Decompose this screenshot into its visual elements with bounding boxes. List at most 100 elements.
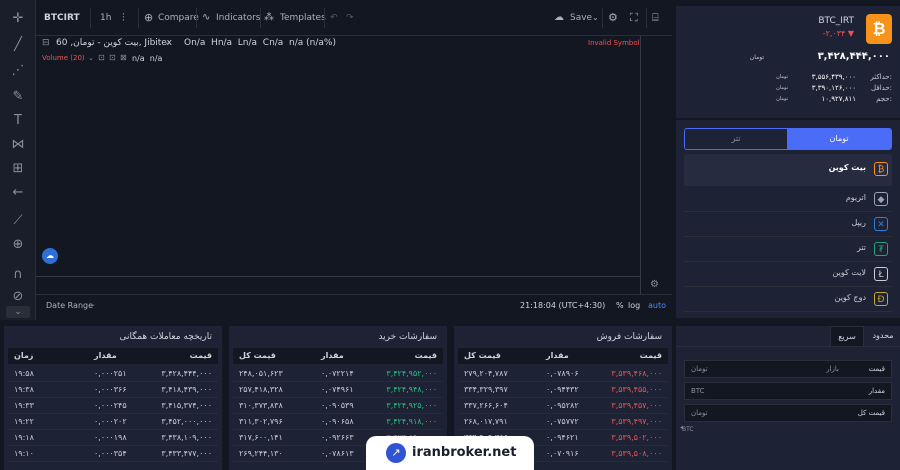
amount-field[interactable]: مقدار BTC	[684, 382, 892, 400]
zoom-icon[interactable]: ⊕	[9, 236, 27, 254]
table-row[interactable]: ۳,۴۱۵,۳۷۴,۰۰۰ ۰,۰۰۰۲۴۵ ۱۹:۳۳	[8, 398, 218, 414]
price-unit: تومان	[749, 54, 764, 61]
tab-limit[interactable]: محدود	[866, 326, 900, 346]
market-item-label: بیت کوین	[828, 163, 866, 172]
pattern-icon[interactable]: ⋈	[9, 136, 27, 154]
table-row[interactable]: ۳,۵۳۹,۴۵۷,۰۰۰ ۰,۰۹۵۲۸۲ ۳۳۷,۲۶۶,۶۰۴	[458, 398, 668, 414]
templates-button[interactable]: Templates	[280, 0, 326, 36]
interval-button[interactable]: 1h	[100, 0, 111, 36]
cell-price: ۳,۵۳۹,۴۵۵,۰۰۰	[611, 385, 662, 394]
table-row[interactable]: ۳,۴۱۸,۴۳۹,۰۰۰ ۰,۰۰۰۳۶۶ ۱۹:۳۸	[8, 382, 218, 398]
crosshair-icon[interactable]: ✛	[9, 10, 27, 28]
chart-logo-icon: ↗	[386, 443, 406, 463]
market-item[interactable]: ◆ اتریوم	[684, 188, 892, 212]
market-item[interactable]: ₿ بیت کوین	[684, 158, 892, 182]
text-icon[interactable]: T	[9, 112, 27, 130]
chevron-down-icon[interactable]: ⌄	[164, 38, 170, 46]
col-amount: مقدار	[321, 351, 344, 360]
tab-tether[interactable]: تتر	[685, 129, 787, 149]
stat-unit: تومان	[776, 96, 788, 102]
tab-toman[interactable]: تومان	[787, 129, 891, 149]
redo-icon[interactable]: ↷	[346, 0, 354, 36]
market-item[interactable]: Ł لایت کوین	[684, 263, 892, 287]
table-row[interactable]: ۳,۴۳۸,۱۰۹,۰۰۰ ۰,۰۰۰۱۹۸ ۱۹:۱۸	[8, 430, 218, 446]
collapse-legend-icon[interactable]: ⊟	[42, 38, 50, 48]
table-row[interactable]: ۳,۴۲۸,۴۴۴,۰۰۰ ۰,۰۰۰۲۵۱ ۱۹:۵۸	[8, 366, 218, 382]
tether-icon: ₮	[874, 242, 888, 256]
percent-toggle[interactable]: %	[616, 301, 624, 310]
date-range-button[interactable]: Date Range	[46, 301, 93, 310]
chevron-down-icon[interactable]: ⌄	[6, 306, 30, 318]
cell-time: ۱۹:۵۸	[14, 369, 34, 378]
cloud-upload-icon[interactable]: ☁	[42, 248, 58, 264]
cell-total: ۲۶۹,۲۴۴,۱۳۰	[239, 449, 283, 458]
projection-icon[interactable]: ⊞	[9, 160, 27, 178]
table-row[interactable]: ۳,۵۳۹,۴۶۸,۰۰۰ ۰,۰۷۸۹۰۶ ۲۷۹,۲۰۴,۷۸۷	[458, 366, 668, 382]
col-price: قیمت	[414, 351, 437, 360]
save-button[interactable]: Save	[570, 0, 592, 36]
cell-price: ۳,۵۳۹,۵۰۸,۰۰۰	[611, 449, 662, 458]
auto-toggle[interactable]: auto	[648, 301, 666, 310]
arrow-left-icon[interactable]: ←	[9, 184, 27, 202]
bitcoin-icon: ₿	[874, 162, 888, 176]
table-row[interactable]: ۳,۴۲۴,۹۴۸,۰۰۰ ۰,۰۷۴۹۶۱ ۲۵۷,۴۱۸,۳۲۸	[233, 382, 443, 398]
table-row[interactable]: ۳,۴۲۴,۹۱۸,۰۰۰ ۰,۰۹۰۶۵۸ ۳۱۱,۳۰۲,۷۹۶	[233, 414, 443, 430]
table-header: قیمت مقدار زمان	[8, 348, 218, 364]
gear-icon[interactable]: ⚙	[608, 0, 618, 36]
market-item[interactable]: ₮ تتر	[684, 238, 892, 262]
table-row[interactable]: ۳,۵۳۹,۴۵۵,۰۰۰ ۰,۰۹۴۴۳۲ ۳۳۴,۳۲۹,۳۹۷	[458, 382, 668, 398]
col-total: قیمت کل	[464, 351, 501, 360]
col-amount: مقدار	[546, 351, 569, 360]
magnet-icon[interactable]: ∩	[9, 266, 27, 284]
chevron-down-icon[interactable]: ⌄	[88, 54, 94, 62]
amount-unit: BTC	[691, 387, 705, 395]
table-row[interactable]: ۳,۴۲۴,۹۲۵,۰۰۰ ۰,۰۹۰۵۳۹ ۳۱۰,۳۷۳,۸۳۸	[233, 398, 443, 414]
chevron-down-icon[interactable]: ⌄	[90, 300, 96, 308]
camera-icon[interactable]: ⌸	[652, 0, 659, 36]
symbol-name[interactable]: BTCIRT	[44, 0, 80, 36]
table-row[interactable]: ۳,۴۵۲,۰۰۰,۰۰۰ ۰,۰۰۰۲۰۲ ۱۹:۲۲	[8, 414, 218, 430]
market-item[interactable]: Ð دوج کوین	[684, 288, 892, 312]
chart-toolbar: BTCIRT 1h ⫶ ⊕ Compare ∿ Indicators ⁂ Tem…	[36, 0, 672, 36]
log-toggle[interactable]: log	[628, 301, 640, 310]
cell-price: ۳,۴۲۴,۹۵۲,۰۰۰	[386, 369, 437, 378]
table-row[interactable]: ۳,۴۳۳,۴۷۷,۰۰۰ ۰,۰۰۰۳۵۴ ۱۹:۱۰	[8, 446, 218, 462]
legend-title: بیت کوین - تومان, 60, Jibitex	[56, 38, 173, 48]
cell-price: ۳,۴۱۸,۴۳۹,۰۰۰	[161, 385, 212, 394]
eye-icon[interactable]: ⊡	[98, 53, 105, 62]
compare-button[interactable]: Compare	[158, 0, 199, 36]
stat-label: حداکثر:	[870, 73, 892, 81]
tab-fast[interactable]: سریع	[830, 326, 864, 346]
ruler-icon[interactable]: ⟋	[9, 212, 27, 230]
candle-type-icon[interactable]: ⫶	[122, 0, 125, 36]
fib-icon[interactable]: ⋰	[9, 62, 27, 80]
market-item[interactable]: ✕ ریپل	[684, 213, 892, 237]
undo-icon[interactable]: ↶	[330, 0, 338, 36]
chart-area[interactable]: ⊟ بیت کوین - تومان, 60, Jibitex ⌄ On/a H…	[36, 36, 672, 276]
time-axis[interactable]	[36, 276, 640, 294]
cell-amount: ۰,۰۹۵۲۸۲	[546, 401, 579, 410]
indicators-button[interactable]: Indicators	[216, 0, 260, 36]
total-field[interactable]: قیمت کل تومان	[684, 404, 892, 422]
stat-value: ۱۰,۹۲۷,۸۱۱	[821, 95, 856, 103]
cell-price: ۳,۴۲۴,۹۴۸,۰۰۰	[386, 385, 437, 394]
dogecoin-icon: Ð	[874, 292, 888, 306]
cell-amount: ۰,۰۹۰۵۳۹	[321, 401, 354, 410]
cell-time: ۱۹:۱۸	[14, 433, 34, 442]
brush-icon[interactable]: ✎	[9, 88, 27, 106]
chevron-down-icon[interactable]: ⌄	[592, 0, 599, 36]
invalid-symbol-text: Invalid Symbol	[588, 39, 640, 47]
gear-icon[interactable]: ⚙	[650, 279, 659, 290]
price-axis[interactable]	[640, 36, 672, 294]
lock-icon[interactable]: ⊘	[9, 288, 27, 306]
cell-amount: ۰,۰۰۰۲۰۲	[94, 417, 127, 426]
fullscreen-icon[interactable]: ⛶	[630, 0, 638, 36]
settings-icon[interactable]: ⊡	[109, 53, 116, 62]
price-field[interactable]: قیمت بازار تومان	[684, 360, 892, 378]
stat-unit: تومان	[776, 74, 788, 80]
trend-line-icon[interactable]: ╱	[9, 36, 27, 54]
table-row[interactable]: ۳,۵۳۹,۴۹۷,۰۰۰ ۰,۰۷۵۷۷۲ ۲۶۸,۰۱۷,۷۹۱	[458, 414, 668, 430]
table-row[interactable]: ۳,۴۲۴,۹۵۲,۰۰۰ ۰,۰۷۲۲۱۴ ۲۴۸,۰۵۱,۶۲۳	[233, 366, 443, 382]
close-icon[interactable]: ⊠	[120, 53, 127, 62]
col-amount: مقدار	[94, 351, 117, 360]
